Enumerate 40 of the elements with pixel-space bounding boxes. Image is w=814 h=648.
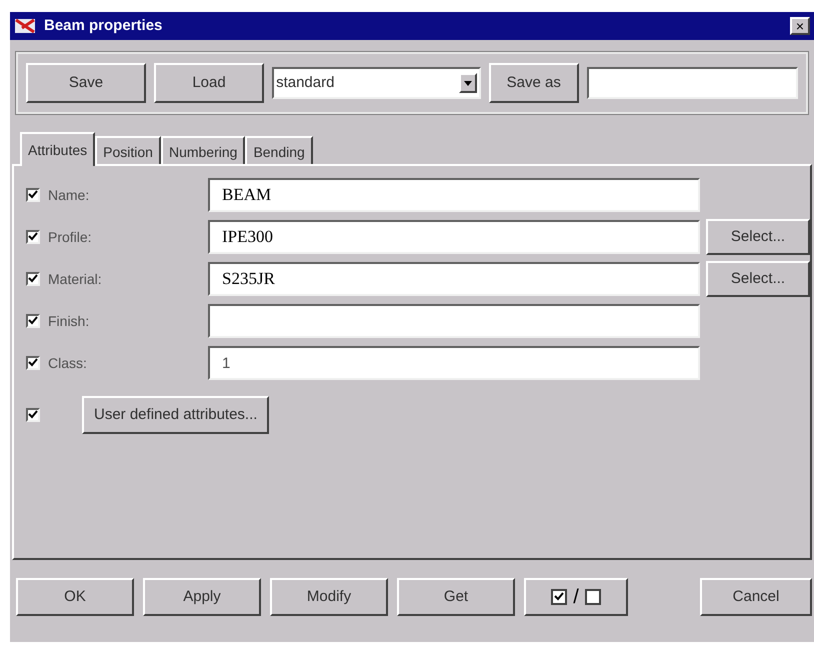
check-toggle-button[interactable]: /: [524, 578, 628, 616]
load-button[interactable]: Load: [154, 63, 264, 103]
field-label: Material:: [48, 270, 103, 288]
checkbox[interactable]: [26, 356, 40, 370]
tab[interactable]: Attributes: [20, 132, 96, 166]
text-field[interactable]: 1: [208, 346, 700, 380]
window-title: Beam properties: [44, 16, 162, 36]
tab[interactable]: Numbering: [160, 136, 246, 164]
checkbox[interactable]: [26, 188, 40, 202]
save-as-button[interactable]: Save as: [488, 63, 579, 103]
save-as-field[interactable]: [587, 67, 798, 99]
checkbox[interactable]: [26, 408, 40, 422]
field-label: Name:: [48, 186, 90, 204]
text-field[interactable]: BEAM: [208, 178, 700, 212]
select-button[interactable]: Select...: [706, 261, 810, 297]
user-defined-attributes-button[interactable]: User defined attributes...: [82, 396, 270, 434]
save-button[interactable]: Save: [26, 63, 146, 103]
field-label: Profile:: [48, 228, 93, 246]
ok-button[interactable]: OK: [16, 578, 134, 616]
select-button[interactable]: Select...: [706, 219, 810, 255]
dropdown-value: standard: [276, 72, 336, 93]
checkbox[interactable]: [26, 230, 40, 244]
field-label: Class:: [48, 354, 88, 372]
apply-button[interactable]: Apply: [143, 578, 261, 616]
tab[interactable]: Position: [95, 136, 161, 164]
field-label: Finish:: [48, 312, 90, 330]
modify-button[interactable]: Modify: [270, 578, 388, 616]
text-field[interactable]: [208, 304, 700, 338]
empty-box-icon: [584, 589, 601, 605]
checkbox[interactable]: [26, 314, 40, 328]
preset-dropdown[interactable]: standard: [272, 67, 481, 99]
cancel-button[interactable]: Cancel: [700, 578, 812, 616]
text-field[interactable]: S235JR: [208, 262, 700, 296]
get-button[interactable]: Get: [397, 578, 515, 616]
tab[interactable]: Bending: [245, 136, 313, 164]
text-field[interactable]: IPE300: [208, 220, 700, 254]
checkbox[interactable]: [26, 272, 40, 286]
checked-box-icon: [551, 589, 568, 605]
close-button[interactable]: ×: [790, 17, 810, 35]
beam-icon: [14, 16, 36, 36]
